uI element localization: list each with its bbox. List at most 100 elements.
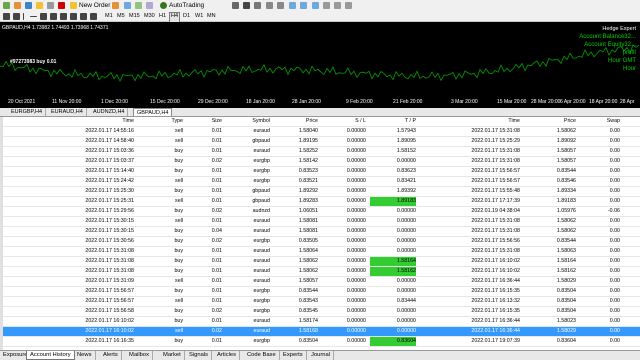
table-row[interactable]: 2022.01.17 15:30:15 sell 0.01 euraud 1.58081… [0,217,640,227]
new-chart-icon[interactable] [3,1,12,10]
vertical-line-icon[interactable] [23,12,26,21]
table-row[interactable]: 2022.01.17 15:31:09 sell 0.01 euraud 1.58057… [0,277,640,287]
table-row[interactable]: 2022.01.17 15:25:31 sell 0.01 gbpaud 1.89283… [0,197,640,207]
tab-account-history[interactable]: Account History [26,351,75,360]
cell-close-price: 0.83504 [556,308,576,314]
tab-alerts[interactable]: Alerts [100,351,122,360]
header-tp[interactable]: T / P [370,117,416,126]
table-row[interactable]: 2022.01.17 15:25:30 buy 0.01 gbpaud 1.89292 0… [0,187,640,197]
tile-windows-icon[interactable] [289,1,298,10]
tab-mailbox[interactable]: Mailbox [126,351,153,360]
header-symbol[interactable]: Symbol [226,117,270,126]
table-row[interactable]: 2022.01.17 15:56:58 buy 0.02 eurgbp 0.83545 0… [0,307,640,317]
chart-tab-eurgbp[interactable]: EURGBP,H4 [8,108,47,116]
info-profit: profit [622,50,636,56]
table-row[interactable]: 2022.01.17 15:56:57 sell 0.01 eurgbp 0.83543… [0,297,640,307]
cell-size: 0.01 [211,248,222,254]
history-icon[interactable] [124,1,133,10]
cell-tp: 0.00000 [396,158,416,164]
header-price[interactable]: Price [276,117,318,126]
header-sl[interactable]: S / L [320,117,366,126]
header-close-price[interactable]: Price [530,117,576,126]
table-row[interactable]: 2022.01.17 15:03:36 buy 0.01 euraud 1.58252 0… [0,147,640,157]
chart-tab-gbpaud[interactable]: GBPAUD,H4 [133,108,173,116]
table-row[interactable]: 2022.01.17 15:31:08 buy 0.01 euraud 1.58062 0… [0,267,640,277]
header-type[interactable]: Type [140,117,183,126]
timeframe-m15[interactable]: M15 [128,12,141,21]
tab-journal[interactable]: Journal [308,351,335,360]
tab-articles[interactable]: Articles [214,351,241,360]
text-icon[interactable] [70,12,79,21]
time-tick: 18 Jan 20:00 [246,99,275,105]
indicators-icon[interactable] [323,1,332,10]
cell-size: 0.01 [211,128,222,134]
tester-icon[interactable] [58,1,67,10]
timeframe-m30[interactable]: M30 [143,12,156,21]
settings-icon[interactable] [146,1,155,10]
cell-swap: 0.00 [609,258,620,264]
table-row[interactable]: 2022.01.17 15:31:08 buy 0.01 euraud 1.58064 0… [0,247,640,257]
table-row[interactable]: 2022.01.17 14:55:16 sell 0.01 euraud 1.58040… [0,127,640,137]
table-row[interactable]: 2022.01.17 15:56:57 buy 0.01 eurgbp 0.83544 0… [0,287,640,297]
timeframe-m5[interactable]: M5 [116,12,126,21]
table-row[interactable]: 2022.01.17 15:24:42 sell 0.01 eurgbp 0.83521… [0,177,640,187]
tab-news[interactable]: News [74,351,96,360]
header-size[interactable]: Size [190,117,222,126]
chart-tab-audnzd[interactable]: AUDNZD,H4 [90,108,129,116]
autotrading-label: AutoTrading [169,2,205,9]
price-chart[interactable]: GBPAUD,H4 1.73982 1.74493 1.73968 1.7437… [0,22,640,108]
header-close-time[interactable]: Time [440,117,520,126]
tab-market[interactable]: Market [160,351,185,360]
chart-window-icon[interactable] [135,1,144,10]
terminal-icon[interactable] [47,1,56,10]
channel-icon[interactable] [50,12,59,21]
label-icon[interactable] [80,12,89,21]
auto-scroll-icon[interactable] [312,1,321,10]
tab-code-base[interactable]: Code Base [244,351,280,360]
table-row[interactable]: 2022.01.17 16:10:02 sell 0.02 euraud 1.58168… [0,327,640,337]
bar-chart-icon[interactable] [232,1,241,10]
zoom-in-icon[interactable] [266,1,275,10]
table-row[interactable]: 2022.01.17 15:30:56 buy 0.02 eurgbp 0.83505 0… [0,237,640,247]
chart-tab-euraud[interactable]: EURAUD,H4 [48,108,87,116]
navigator-icon[interactable] [36,1,45,10]
timeframe-d1[interactable]: D1 [182,12,191,21]
table-row[interactable]: 2022.01.17 14:58:40 sell 0.01 gbpaud 1.89195… [0,137,640,147]
table-row[interactable]: 2022.01.17 15:14:40 buy 0.01 eurgbp 0.83523 0… [0,167,640,177]
table-row[interactable]: 2022.01.17 15:03:37 buy 0.02 eurgbp 1.58142 0… [0,157,640,167]
cell-size: 0.04 [211,228,222,234]
cursor-icon[interactable] [3,12,12,21]
table-row[interactable]: 2022.01.17 15:31:08 buy 0.01 euraud 1.58062 0… [0,257,640,267]
periods-icon[interactable] [334,1,343,10]
cell-swap: 0.00 [609,188,620,194]
market-watch-icon[interactable] [25,1,34,10]
line-chart-icon[interactable] [254,1,263,10]
zoom-out-icon[interactable] [277,1,286,10]
timeframe-mn[interactable]: MN [206,12,217,21]
chart-shift-icon[interactable] [300,1,309,10]
table-row[interactable]: 2022.01.17 15:29:56 buy 0.02 audnzd 1.06051 0… [0,207,640,217]
arrows-icon[interactable] [90,12,99,21]
candlestick-icon[interactable] [243,1,252,10]
cell-tp: 0.00000 [396,228,416,234]
templates-icon[interactable] [345,1,354,10]
fibonacci-icon[interactable] [60,12,69,21]
crosshair-icon[interactable] [13,12,22,21]
metaeditor-icon[interactable] [112,1,121,10]
header-swap[interactable]: Swap [580,117,620,126]
new-order-button[interactable]: New Order [70,1,110,10]
timeframe-m1[interactable]: M1 [104,12,114,21]
tab-experts[interactable]: Experts [280,351,307,360]
table-row[interactable]: 2022.01.17 16:16:35 buy 0.01 eurgbp 0.83504 0… [0,337,640,347]
autotrading-button[interactable]: AutoTrading [160,1,204,10]
cell-swap: 0.00 [609,328,620,334]
table-row[interactable]: 2022.01.17 16:10:02 buy 0.01 euraud 1.58174 0… [0,317,640,327]
timeframe-h1[interactable]: H1 [158,12,167,21]
timeframe-w1[interactable]: W1 [194,12,204,21]
horizontal-line-icon[interactable] [30,12,39,21]
tab-signals[interactable]: Signals [186,351,213,360]
table-row[interactable]: 2022.01.17 15:30:15 buy 0.04 euraud 1.58081 0… [0,227,640,237]
trendline-icon[interactable] [40,12,49,21]
profiles-icon[interactable] [14,1,23,10]
header-time[interactable]: Time [60,117,134,126]
